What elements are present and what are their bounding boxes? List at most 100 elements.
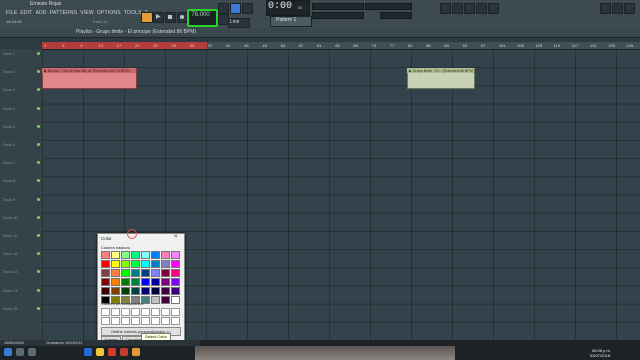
- color-swatch[interactable]: [151, 269, 160, 277]
- track-active-indicator[interactable]: [37, 306, 40, 310]
- custom-color-swatch[interactable]: [171, 317, 180, 325]
- color-swatch[interactable]: [111, 287, 120, 295]
- track-label[interactable]: Track 15: [2, 306, 17, 311]
- color-swatch[interactable]: [161, 287, 170, 295]
- custom-color-swatch[interactable]: [111, 308, 120, 316]
- custom-color-swatch[interactable]: [111, 317, 120, 325]
- track-active-indicator[interactable]: [37, 288, 40, 292]
- color-swatch[interactable]: [151, 296, 160, 304]
- color-swatch[interactable]: [111, 278, 120, 286]
- track-active-indicator[interactable]: [37, 52, 40, 55]
- piano-roll-button[interactable]: [464, 3, 475, 14]
- track-label[interactable]: Track 7: [2, 160, 15, 165]
- color-swatch[interactable]: [151, 251, 160, 259]
- track-active-indicator[interactable]: [37, 234, 40, 237]
- custom-color-swatch[interactable]: [151, 317, 160, 325]
- color-swatch[interactable]: [171, 260, 180, 268]
- track-active-indicator[interactable]: [37, 143, 40, 146]
- color-swatch[interactable]: [141, 269, 150, 277]
- custom-color-swatch[interactable]: [121, 308, 130, 316]
- edge-browser-icon[interactable]: [84, 348, 92, 356]
- online-news-button[interactable]: [600, 3, 611, 14]
- color-swatch[interactable]: [131, 287, 140, 295]
- color-swatch[interactable]: [131, 260, 140, 268]
- color-swatch[interactable]: [121, 269, 130, 277]
- close-icon[interactable]: ×: [174, 234, 178, 240]
- color-swatch[interactable]: [141, 260, 150, 268]
- track-label[interactable]: Track 2: [2, 69, 15, 74]
- track-label[interactable]: Track 14: [2, 288, 17, 293]
- mixer-button[interactable]: [476, 3, 487, 14]
- custom-color-swatch[interactable]: [171, 308, 180, 316]
- color-swatch[interactable]: [161, 251, 170, 259]
- color-swatch[interactable]: [131, 251, 140, 259]
- color-swatch[interactable]: [171, 251, 180, 259]
- color-swatch[interactable]: [171, 296, 180, 304]
- color-swatch[interactable]: [171, 269, 180, 277]
- menu-item-add[interactable]: ADD: [36, 10, 47, 18]
- color-swatch[interactable]: [121, 278, 130, 286]
- custom-color-swatch[interactable]: [151, 308, 160, 316]
- color-swatch[interactable]: [121, 287, 130, 295]
- track-label[interactable]: Track 10: [2, 215, 17, 220]
- color-swatch[interactable]: [151, 278, 160, 286]
- custom-color-swatch[interactable]: [141, 317, 150, 325]
- pattern-song-toggle[interactable]: [141, 12, 153, 23]
- file-explorer-icon[interactable]: [96, 348, 104, 356]
- play-button[interactable]: ▶: [153, 12, 164, 23]
- stop-button[interactable]: [165, 12, 176, 23]
- custom-color-swatch[interactable]: [131, 308, 140, 316]
- color-swatch[interactable]: [121, 251, 130, 259]
- minimize-button[interactable]: [612, 3, 623, 14]
- track-active-indicator[interactable]: [37, 124, 40, 128]
- color-swatch[interactable]: [101, 287, 110, 295]
- color-swatch[interactable]: [101, 260, 110, 268]
- color-swatch[interactable]: [141, 287, 150, 295]
- track-active-indicator[interactable]: [37, 270, 40, 274]
- color-swatch[interactable]: [101, 269, 110, 277]
- track-label[interactable]: Track 1: [2, 51, 15, 56]
- color-swatch[interactable]: [111, 251, 120, 259]
- close-button[interactable]: [624, 3, 635, 14]
- custom-color-swatch[interactable]: [161, 317, 170, 325]
- browser-button[interactable]: [440, 3, 451, 14]
- color-swatch[interactable]: [101, 278, 110, 286]
- color-swatch[interactable]: [161, 296, 170, 304]
- color-swatch[interactable]: [141, 278, 150, 286]
- menu-item-file[interactable]: FILE: [6, 10, 17, 18]
- typing-keyboard-button[interactable]: [230, 3, 241, 14]
- color-swatch[interactable]: [101, 251, 110, 259]
- track-active-indicator[interactable]: [37, 197, 40, 201]
- menu-item-patterns[interactable]: PATTERNS: [50, 10, 78, 18]
- track-active-indicator[interactable]: [37, 161, 40, 165]
- track-active-indicator[interactable]: [37, 106, 40, 110]
- search-icon[interactable]: [16, 348, 24, 356]
- color-swatch[interactable]: [111, 260, 120, 268]
- color-swatch[interactable]: [161, 260, 170, 268]
- chrome-icon[interactable]: [108, 348, 116, 356]
- color-swatch[interactable]: [141, 251, 150, 259]
- custom-color-swatch[interactable]: [161, 308, 170, 316]
- menu-item-edit[interactable]: EDIT: [20, 10, 32, 18]
- color-swatch[interactable]: [131, 269, 140, 277]
- track-label[interactable]: Track 12: [2, 251, 17, 256]
- menu-item-options[interactable]: OPTIONS: [97, 10, 121, 18]
- color-swatch[interactable]: [171, 278, 180, 286]
- track-label[interactable]: Track 13: [2, 269, 17, 274]
- track-active-indicator[interactable]: [37, 215, 40, 219]
- color-swatch[interactable]: [161, 269, 170, 277]
- fl-studio-icon[interactable]: [132, 348, 140, 356]
- custom-color-swatch[interactable]: [121, 317, 130, 325]
- wait-input-button[interactable]: [242, 3, 253, 14]
- track-label[interactable]: Track 4: [2, 106, 15, 111]
- color-swatch[interactable]: [161, 278, 170, 286]
- start-icon[interactable]: [4, 348, 12, 356]
- color-swatch[interactable]: [131, 278, 140, 286]
- color-swatch[interactable]: [151, 260, 160, 268]
- custom-color-swatch[interactable]: [131, 317, 140, 325]
- color-swatch[interactable]: [171, 287, 180, 295]
- track-active-indicator[interactable]: [37, 179, 40, 183]
- color-swatch[interactable]: [151, 287, 160, 295]
- track-label[interactable]: Track 8: [2, 178, 15, 183]
- metronome-button[interactable]: [218, 3, 229, 14]
